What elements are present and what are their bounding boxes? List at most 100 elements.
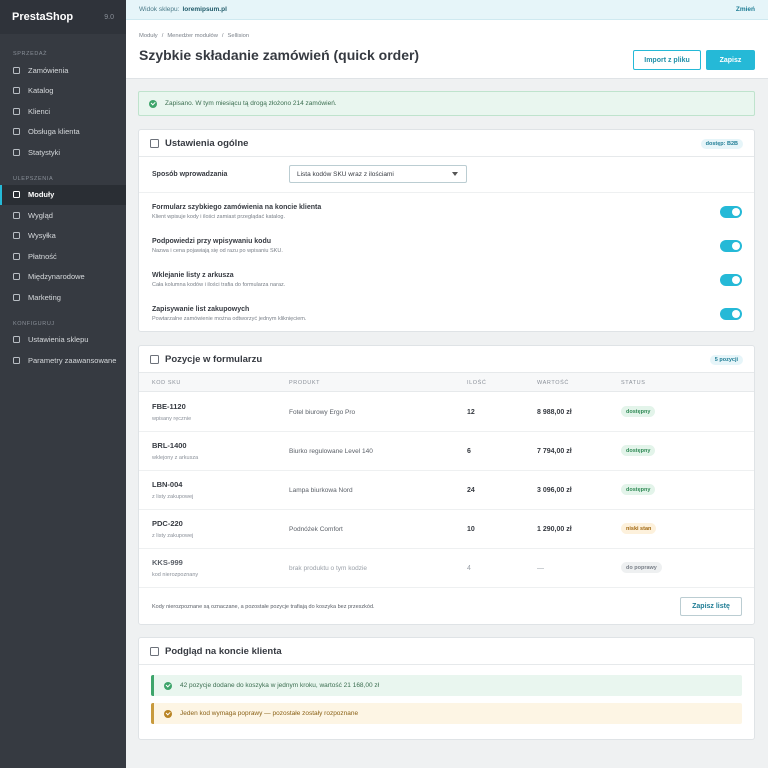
column-header-sku[interactable]: KOD SKU [152, 380, 181, 386]
breadcrumb-item: Sellision [227, 33, 250, 39]
column-header-product[interactable]: PRODUKT [289, 380, 320, 386]
checkbox-icon[interactable] [150, 138, 159, 148]
toggle-switch[interactable] [720, 308, 742, 320]
status-badge: dostępny [621, 484, 656, 495]
count-badge: 5 pozycji [709, 355, 743, 365]
preview-success-message: 42 pozycje dodane do koszyka w jednym kr… [151, 675, 742, 696]
table-row[interactable]: KKS-999 kod nierozpoznany brak produktu … [139, 549, 754, 588]
sidebar-item-marketing[interactable]: Marketing [0, 287, 126, 308]
row-value: — [537, 565, 544, 572]
preview-warning-text: Jeden kod wymaga poprawy — pozostałe zos… [180, 710, 359, 717]
checkbox-icon [13, 66, 20, 74]
row-sku: PDC-220 [152, 519, 183, 528]
card-title: Ustawienia ogólne [165, 137, 249, 149]
row-product: Biurko regulowane Level 140 [289, 448, 373, 455]
sidebar-item-label: Obsługa klienta [28, 127, 80, 137]
table-row[interactable]: PDC-220 z listy zakupowej Podnóżek Comfo… [139, 510, 754, 549]
row-sku: FBE-1120 [152, 402, 186, 411]
sidebar-item-design[interactable]: Wygląd [0, 205, 126, 226]
brand-logo[interactable]: PrestaShop [12, 11, 73, 23]
option-title: Wklejanie listy z arkusza [152, 272, 234, 279]
checkbox-icon [13, 107, 20, 115]
store-view: Widok sklepu: loremipsum.pl [139, 6, 227, 13]
sidebar-item-label: Moduły [28, 190, 55, 200]
row-value: 7 794,00 zł [537, 448, 572, 455]
sidebar-item-advanced[interactable]: Parametry zaawansowane [0, 350, 126, 371]
sidebar-item-payment[interactable]: Płatność [0, 246, 126, 267]
row-product: brak produktu o tym kodzie [289, 565, 368, 572]
table-row[interactable]: BRL-1400 wklejony z arkusza Biurko regul… [139, 432, 754, 471]
sidebar-item-label: Międzynarodowe [28, 272, 85, 282]
preview-warning-message: Jeden kod wymaga poprawy — pozostałe zos… [151, 703, 742, 724]
table-row[interactable]: FBE-1120 wpisany ręcznie Fotel biurowy E… [139, 393, 754, 432]
sidebar-item-customers[interactable]: Klienci [0, 101, 126, 122]
card-header: Podgląd na koncie klienta [139, 638, 754, 665]
checkbox-icon [13, 273, 20, 281]
toggle-switch[interactable] [720, 274, 742, 286]
save-list-button[interactable]: Zapisz listę [680, 597, 742, 616]
alert-text: Zapisano. W tym miesiącu tą drogą złożon… [165, 100, 337, 107]
option-paste-sheet: Wklejanie listy z arkusza Cała kolumna k… [152, 272, 742, 288]
sidebar-item-stats[interactable]: Statystyki [0, 142, 126, 163]
sidebar-item-label: Klienci [28, 106, 51, 116]
card-header: Pozycje w formularzu 5 pozycji [139, 346, 754, 373]
sidebar-item-modules[interactable]: Moduły [0, 184, 126, 205]
checkbox-icon [13, 336, 20, 344]
change-store-link[interactable]: Zmień [736, 6, 755, 13]
option-title: Podpowiedzi przy wpisywaniu kodu [152, 238, 272, 245]
sidebar-item-orders[interactable]: Zamówienia [0, 60, 126, 81]
checkbox-icon [13, 211, 20, 219]
row-value: 3 096,00 zł [537, 487, 572, 494]
toggle-switch[interactable] [720, 206, 742, 218]
sidebar-item-label: Zamówienia [28, 65, 69, 75]
card-title: Podgląd na koncie klienta [165, 645, 282, 657]
card-header: Ustawienia ogólne dostęp: B2B [139, 130, 754, 157]
breadcrumb-item[interactable]: Menedżer modułów [167, 33, 218, 39]
column-header-qty[interactable]: ILOŚĆ [467, 380, 487, 386]
sidebar-item-customer-service[interactable]: Obsługa klienta [0, 122, 126, 143]
store-label: Widok sklepu: [139, 6, 180, 13]
row-product: Podnóżek Comfort [289, 526, 343, 533]
import-button[interactable]: Import z pliku [633, 50, 701, 70]
row-qty: 12 [467, 409, 475, 416]
sidebar-item-international[interactable]: Międzynarodowe [0, 267, 126, 288]
row-source: wpisany ręcznie [152, 416, 192, 422]
preview-success-text: 42 pozycje dodane do koszyka w jednym kr… [180, 682, 380, 689]
column-header-status[interactable]: STATUS [621, 380, 645, 386]
input-method-label: Sposób wprowadzania [152, 171, 228, 178]
status-badge: dostępny [621, 445, 656, 456]
sidebar-section-improve: ULEPSZENIA [13, 175, 54, 182]
checkbox-icon [13, 356, 20, 364]
checkbox-icon [13, 252, 20, 260]
breadcrumb-item[interactable]: Moduły [139, 33, 158, 39]
positions-card: Pozycje w formularzu 5 pozycji KOD SKU P… [138, 345, 755, 625]
column-header-value[interactable]: WARTOŚĆ [537, 380, 569, 386]
brand-bar: PrestaShop 9.0 [0, 0, 126, 34]
toggle-switch[interactable] [720, 240, 742, 252]
table-row[interactable]: LBN-004 z listy zakupowej Lampa biurkowa… [139, 471, 754, 510]
checkbox-icon [13, 128, 20, 136]
checkbox-icon[interactable] [150, 354, 159, 364]
status-badge: niski stan [621, 523, 657, 534]
row-value: 8 988,00 zł [537, 409, 572, 416]
sidebar-item-shipping[interactable]: Wysyłka [0, 226, 126, 247]
card-title: Pozycje w formularzu [165, 353, 263, 365]
sidebar-item-catalog[interactable]: Katalog [0, 81, 126, 102]
save-button[interactable]: Zapisz [706, 50, 755, 70]
sidebar-item-label: Parametry zaawansowane [28, 355, 117, 365]
row-product: Fotel biurowy Ergo Pro [289, 409, 356, 416]
success-alert: Zapisano. W tym miesiącu tą drogą złożon… [138, 91, 755, 116]
row-sku: KKS-999 [152, 558, 183, 567]
option-desc: Nazwa i cena pojawiają się od razu po wp… [152, 248, 283, 254]
checkbox-icon[interactable] [150, 646, 159, 656]
customer-preview-card: Podgląd na koncie klienta 42 pozycje dod… [138, 637, 755, 740]
input-method-select[interactable]: Lista kodów SKU wraz z ilościami [289, 165, 467, 183]
store-domain-link[interactable]: loremipsum.pl [182, 6, 226, 13]
table-header: KOD SKU PRODUKT ILOŚĆ WARTOŚĆ STATUS [139, 373, 754, 392]
sidebar-section-sales: SPRZEDAŻ [13, 51, 48, 57]
row-qty: 6 [467, 448, 471, 455]
option-desc: Powtarzalne zamówienie można odtworzyć j… [152, 316, 307, 322]
check-circle-icon [149, 99, 157, 108]
sidebar-item-shop-settings[interactable]: Ustawienia sklepu [0, 330, 126, 351]
option-desc: Cała kolumna kodów i ilości trafia do fo… [152, 282, 286, 288]
